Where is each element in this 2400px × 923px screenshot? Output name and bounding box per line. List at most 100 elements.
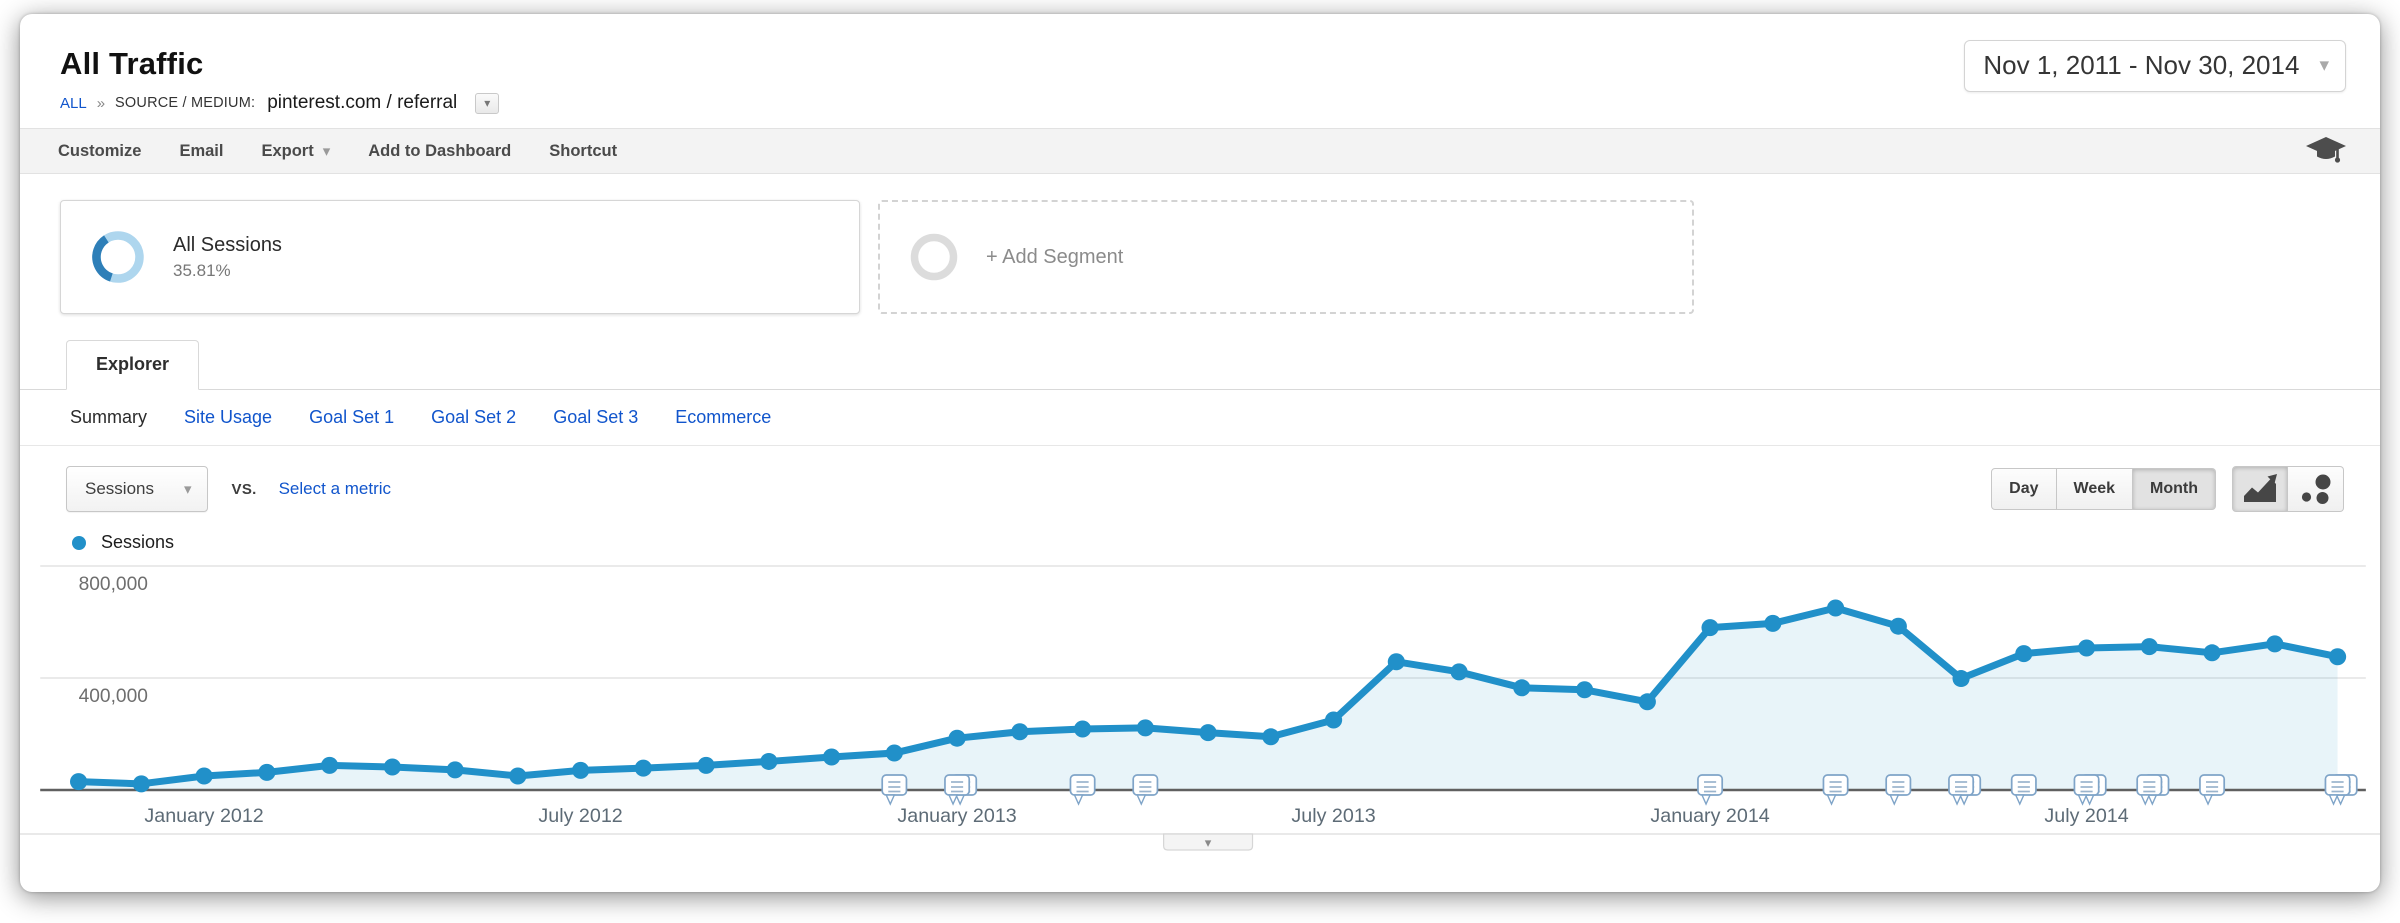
data-point[interactable] [1262,728,1279,745]
report-header: All Traffic Nov 1, 2011 - Nov 30, 2014 ▾ [20,38,2380,82]
data-point[interactable] [2015,645,2032,662]
data-point[interactable] [384,759,401,776]
data-point[interactable] [1513,679,1530,696]
x-tick-label: January 2014 [1650,805,1769,827]
subnav-site-usage[interactable]: Site Usage [184,407,272,428]
chevron-down-icon: ▾ [323,144,331,159]
granularity-month-button[interactable]: Month [2133,468,2216,510]
y-tick-label: 800,000 [79,574,148,595]
annotation-marker-tail [2204,795,2212,804]
metric-selector-label: Sessions [85,479,154,499]
data-point[interactable] [698,757,715,774]
data-point[interactable] [1011,723,1028,740]
data-point[interactable] [886,745,903,762]
annotation-marker-tail [956,795,964,804]
x-tick-label: July 2014 [2044,805,2128,827]
data-point[interactable] [1199,724,1216,741]
data-point[interactable] [572,762,589,779]
annotation-marker-tail [1960,795,1968,804]
chart-type-buttons [2232,466,2344,512]
motion-chart-view-button[interactable] [2288,466,2344,512]
data-point[interactable] [1827,600,1844,617]
subnav-goal-set-3[interactable]: Goal Set 3 [553,407,638,428]
data-point[interactable] [2078,640,2095,657]
chart-controls: Sessions ▾ vs. Select a metric Day Week … [20,446,2380,516]
breadcrumb-dimension-value: pinterest.com / referral [267,92,457,114]
data-point[interactable] [1325,712,1342,729]
annotation-marker-tail [886,795,894,804]
customize-button[interactable]: Customize [52,142,160,161]
date-range-text: Nov 1, 2011 - Nov 30, 2014 [1983,50,2299,81]
data-point[interactable] [2141,638,2158,655]
select-metric-link[interactable]: Select a metric [279,479,391,499]
add-segment-button[interactable]: + Add Segment [878,200,1694,314]
granularity-week-button[interactable]: Week [2057,468,2134,510]
annotation-marker-tail [2016,795,2024,804]
annotation-marker-tail [1953,795,1961,804]
data-point[interactable] [760,753,777,770]
analytics-report-window: All Traffic Nov 1, 2011 - Nov 30, 2014 ▾… [20,14,2380,892]
data-point[interactable] [1074,720,1091,737]
explorer-subnav: Summary Site Usage Goal Set 1 Goal Set 2… [20,390,2380,446]
annotation-marker-tail [2086,795,2094,804]
annotation-marker-tail [1827,795,1835,804]
data-point[interactable] [1576,681,1593,698]
data-point[interactable] [635,760,652,777]
data-point[interactable] [509,768,526,785]
data-point[interactable] [447,761,464,778]
segment-name: All Sessions [173,234,282,257]
sessions-timeline-chart: 400,000800,000January 2012July 2012Janua… [20,555,2380,853]
x-tick-label: July 2013 [1291,805,1375,827]
email-button[interactable]: Email [160,142,242,161]
data-point[interactable] [1952,670,1969,687]
granularity-buttons: Day Week Month [1991,468,2216,510]
data-point[interactable] [1890,618,1907,635]
data-point[interactable] [133,775,150,792]
annotation-marker-tail [2141,795,2149,804]
subnav-goal-set-1[interactable]: Goal Set 1 [309,407,394,428]
data-point[interactable] [1450,663,1467,680]
breadcrumb-dropdown-button[interactable]: ▾ [475,93,499,114]
export-menu-button[interactable]: Export ▾ [242,142,349,161]
data-point[interactable] [258,764,275,781]
subnav-ecommerce[interactable]: Ecommerce [675,407,771,428]
data-point[interactable] [1701,619,1718,636]
data-point[interactable] [70,773,87,790]
intelligence-events-button[interactable] [2304,134,2348,168]
date-range-selector[interactable]: Nov 1, 2011 - Nov 30, 2014 ▾ [1964,40,2346,92]
line-chart-view-button[interactable] [2232,466,2288,512]
data-point[interactable] [1388,653,1405,670]
subnav-summary[interactable]: Summary [70,407,147,428]
annotation-marker-tail [949,795,957,804]
annotation-marker-tail [1890,795,1898,804]
add-segment-label: + Add Segment [986,246,1123,269]
data-point[interactable] [1639,693,1656,710]
breadcrumb-all-link[interactable]: ALL [60,95,87,112]
sessions-area [79,608,2338,790]
data-point[interactable] [321,757,338,774]
breadcrumb-dimension-label: SOURCE / MEDIUM: [115,95,255,111]
granularity-day-button[interactable]: Day [1991,468,2056,510]
shortcut-button[interactable]: Shortcut [530,142,636,161]
annotations-expander-caret-icon: ▾ [1205,835,1212,850]
data-point[interactable] [948,730,965,747]
data-point[interactable] [196,768,213,785]
graduation-cap-icon [2304,134,2348,168]
data-point[interactable] [1137,719,1154,736]
segments-bar: All Sessions 35.81% + Add Segment [20,174,2380,336]
subnav-goal-set-2[interactable]: Goal Set 2 [431,407,516,428]
motion-chart-icon [2298,472,2334,506]
metric-selector[interactable]: Sessions ▾ [66,466,208,512]
empty-ring-icon [908,231,960,283]
segment-all-sessions[interactable]: All Sessions 35.81% [60,200,860,314]
data-point[interactable] [2329,648,2346,665]
add-to-dashboard-button[interactable]: Add to Dashboard [349,142,530,161]
data-point[interactable] [1764,615,1781,632]
data-point[interactable] [2203,644,2220,661]
data-point[interactable] [2266,635,2283,652]
chevron-down-icon: ▾ [484,97,490,109]
annotation-marker-tail [2337,795,2345,804]
tab-explorer[interactable]: Explorer [66,340,199,390]
data-point[interactable] [823,748,840,765]
chevron-down-icon: ▾ [184,482,192,497]
